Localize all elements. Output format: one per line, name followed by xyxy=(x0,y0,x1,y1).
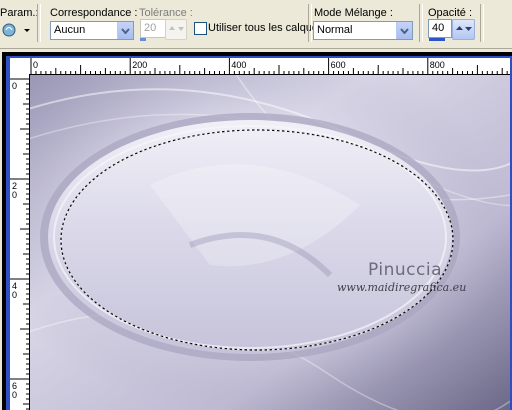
tool-options-bar: Param.: Correspondance : Aucun Tolérance… xyxy=(0,0,512,49)
opacity-level-bar xyxy=(429,38,445,41)
ruler-top-label: 800 xyxy=(430,60,445,70)
preset-button[interactable] xyxy=(2,22,32,38)
ruler-left[interactable]: 0204060 xyxy=(10,74,30,410)
ruler-left-label-zero: 0 xyxy=(12,190,17,200)
correspondance-value: Aucun xyxy=(54,24,86,36)
use-all-layers-label: Utiliser tous les calques xyxy=(208,22,324,34)
opacity-label: Opacité : xyxy=(428,7,473,19)
chevron-down-icon[interactable] xyxy=(396,22,412,39)
preset-icon xyxy=(2,23,30,37)
blend-mode-label: Mode Mélange : xyxy=(314,7,393,19)
blend-mode-select[interactable]: Normal xyxy=(313,21,413,40)
canvas-image[interactable] xyxy=(30,75,510,410)
blend-mode-value: Normal xyxy=(317,24,353,36)
ruler-top-label: 400 xyxy=(231,60,246,70)
ruler-top-label: 200 xyxy=(132,60,147,70)
correspondance-label: Correspondance : xyxy=(50,7,138,19)
ruler-left-scale: 0204060 xyxy=(10,78,29,410)
ruler-top-scale: 0 200 400 600 800 xyxy=(30,58,508,74)
abstract-background-image xyxy=(30,75,510,410)
tolerance-value: 20 xyxy=(144,22,157,34)
ruler-left-label-zero: 0 xyxy=(12,390,17,400)
tolerance-label: Tolérance : xyxy=(139,7,193,19)
ruler-left-label: 0 xyxy=(12,81,17,91)
use-all-layers-checkbox[interactable] xyxy=(194,22,207,35)
param-label: Param.: xyxy=(0,7,39,19)
spin-updown-icon[interactable] xyxy=(452,19,475,40)
separator xyxy=(308,4,312,42)
ruler-top-label: 0 xyxy=(33,60,38,70)
separator xyxy=(480,4,484,42)
correspondance-select[interactable]: Aucun xyxy=(50,21,134,40)
opacity-value: 40 xyxy=(432,22,445,34)
separator xyxy=(419,4,423,42)
watermark-name: Pinuccia xyxy=(368,260,442,280)
separator xyxy=(37,4,41,42)
watermark-url: www.maidiregrafica.eu xyxy=(337,281,467,294)
ruler-top[interactable]: 0 200 400 600 800 xyxy=(16,58,510,75)
ruler-top-label: 600 xyxy=(331,60,346,70)
tolerance-level-bar xyxy=(140,38,146,41)
chevron-down-icon[interactable] xyxy=(117,22,133,39)
ruler-left-label-zero: 0 xyxy=(12,290,17,300)
spin-updown-icon[interactable] xyxy=(165,19,187,40)
